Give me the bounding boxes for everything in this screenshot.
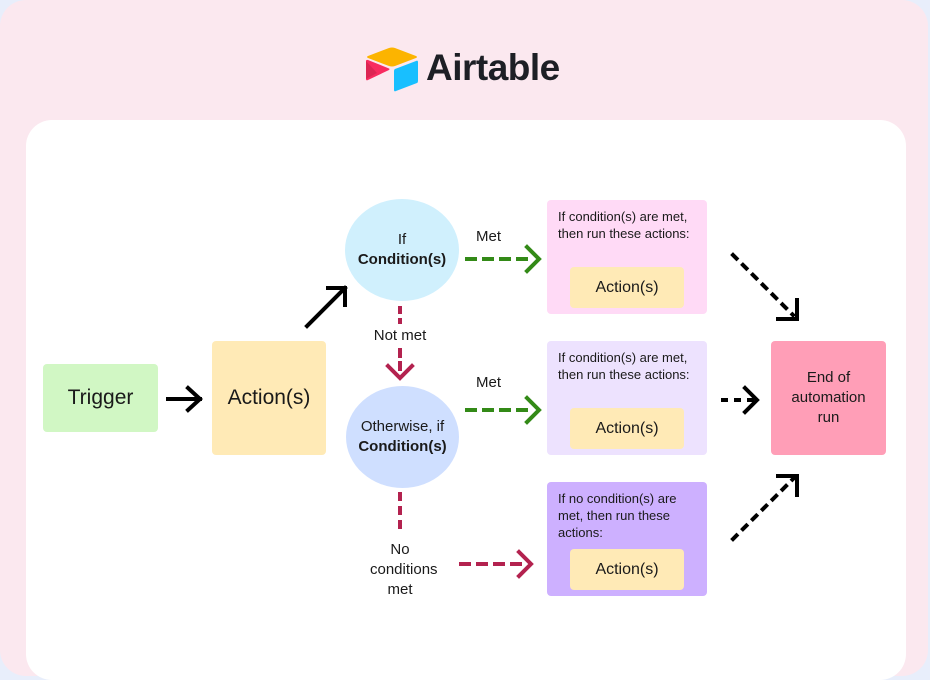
branch-if-met: If condition(s) are met, then run these …	[547, 200, 707, 314]
airtable-logo: Airtable	[362, 44, 560, 92]
if-condition-prefix: If	[397, 231, 407, 248]
if-condition-label: Condition(s)	[357, 251, 447, 268]
initial-action-node: Action(s)	[212, 341, 326, 455]
end-label-line: run	[817, 409, 840, 426]
end-label-line: End of	[806, 369, 851, 386]
branch-otherwise-met: If condition(s) are met, then run these …	[547, 341, 707, 455]
trigger-label: Trigger	[67, 386, 134, 409]
no-conditions-met-line: met	[387, 581, 413, 598]
trigger-node: Trigger	[43, 364, 158, 432]
brand-name: Airtable	[426, 47, 560, 88]
initial-action-label: Action(s)	[227, 386, 311, 409]
end-node: End of automation run	[771, 341, 886, 455]
branch-description: If no condition(s) are met, then run the…	[558, 491, 677, 540]
no-conditions-met-line: No	[390, 541, 410, 558]
if-condition-node: If Condition(s)	[345, 199, 459, 301]
otherwise-condition-prefix: Otherwise, if	[360, 418, 445, 435]
branch-action: Action(s)	[570, 267, 684, 308]
branch-no-conditions-met: If no condition(s) are met, then run the…	[547, 482, 707, 596]
not-met-label: Not met	[362, 326, 438, 346]
otherwise-condition-label: Condition(s)	[358, 438, 447, 455]
no-conditions-met-line: conditions	[370, 561, 438, 578]
branch-description: If condition(s) are met, then run these …	[558, 209, 690, 241]
otherwise-condition-node: Otherwise, if Condition(s)	[346, 386, 459, 488]
branch-description: If condition(s) are met, then run these …	[558, 350, 690, 382]
branch-action: Action(s)	[570, 408, 684, 449]
airtable-logo-icon	[366, 47, 418, 92]
met-label-1: Met	[476, 228, 502, 245]
end-label-line: automation	[791, 389, 866, 406]
branch-action: Action(s)	[570, 549, 684, 590]
no-conditions-met-label: No conditions met	[370, 540, 438, 600]
met-label-2: Met	[476, 374, 502, 391]
